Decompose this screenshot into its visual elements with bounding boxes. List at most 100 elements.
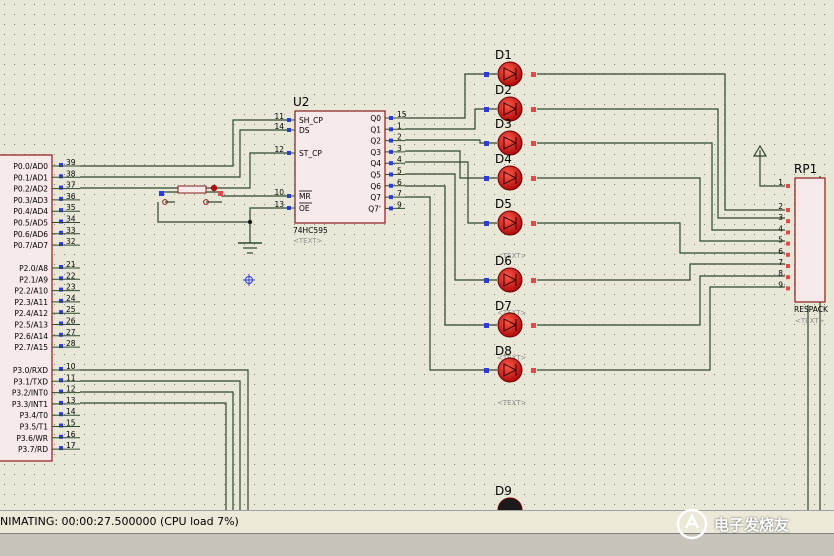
mcu-pin-label: P2.0/A8 [19, 264, 48, 273]
mcu-pin-number: 27 [66, 328, 76, 337]
u2-pin-number: 3 [397, 144, 402, 153]
mcu-pin-number: 14 [66, 407, 76, 416]
mcu-pin-number: 22 [66, 271, 76, 280]
mcu-pin-label: P0.0/AD0 [13, 162, 48, 171]
mcu-pin-number: 28 [66, 339, 76, 348]
u2-pin-label: Q3 [370, 148, 381, 157]
u2-pin-number: 12 [274, 145, 284, 154]
mcu-pin-label: P2.2/A10 [14, 287, 48, 296]
u2-pin-label: OE [299, 204, 310, 213]
mcu-pin-number: 37 [66, 181, 76, 190]
mcu-pin-label: P2.6/A14 [14, 332, 48, 341]
u2-pin-number: 9 [397, 200, 402, 209]
mcu-pin-number: 13 [66, 396, 76, 405]
mcu-pin-number: 33 [66, 226, 76, 235]
mcu-pin-number: 23 [66, 283, 76, 292]
mcu-pin-label: P3.0/RXD [13, 366, 48, 375]
u2-pin-number: 7 [397, 189, 402, 198]
simulation-status-text: NIMATING: 00:00:27.500000 (CPU load 7%) [0, 515, 239, 528]
watermark: 电子发烧友 [676, 506, 816, 550]
u2-pin-number: 1 [397, 121, 402, 130]
mcu-pin-label: P2.5/A13 [14, 321, 48, 330]
u2-pin-number: 2 [397, 133, 402, 142]
mcu-pin-label: P0.3/AD3 [13, 196, 48, 205]
mcu-pin-number: 38 [66, 169, 76, 178]
mcu-pin-label: P0.1/AD1 [13, 173, 48, 182]
u2-pin-number: 4 [397, 155, 402, 164]
rp1-pin-number: 7 [778, 258, 783, 267]
u2-pin-number: 5 [397, 167, 402, 176]
grid-dots [0, 0, 834, 510]
u2-pin-label: Q4 [370, 159, 381, 168]
rp1-pin-number: 9 [778, 280, 783, 289]
led-text-placeholder: <TEXT> [497, 399, 527, 407]
led-ref-label: D7 [495, 299, 512, 313]
u2-pin-number: 13 [274, 200, 284, 209]
mcu-pin-label: P3.2/INT0 [12, 389, 48, 398]
rp1-pin-number: 6 [778, 247, 783, 256]
u2-pin-number: 14 [274, 122, 284, 131]
led-ref-label: D8 [495, 344, 512, 358]
mcu-pin-label: P0.2/AD2 [13, 185, 48, 194]
led-ref-label: D3 [495, 117, 512, 131]
u2-pin-label: MR [299, 192, 311, 201]
led-ref-label: D5 [495, 197, 512, 211]
mcu-pin-number: 10 [66, 362, 76, 371]
mcu-pin-number: 24 [66, 294, 76, 303]
mcu-pin-number: 35 [66, 203, 76, 212]
mcu-pin-label: P3.3/INT1 [12, 400, 48, 409]
elecfans-logo-icon [676, 508, 708, 540]
mcu-pin-label: P2.1/A9 [19, 275, 48, 284]
mcu-pin-label: P2.3/A11 [14, 298, 48, 307]
u2-pin-number: 15 [397, 110, 407, 119]
mcu-pin-label: P0.7/AD7 [13, 241, 48, 250]
mcu-pin-label: P3.6/WR [16, 434, 48, 443]
u2-pin-label: Q5 [370, 171, 381, 180]
u2-pin-label: Q0 [370, 114, 381, 123]
u2-pin-label: ST_CP [299, 149, 322, 158]
rp1-pin-number: 2 [778, 202, 783, 211]
mcu-pin-number: 15 [66, 419, 76, 428]
rp1-ref-label: RP1 [794, 162, 817, 176]
mcu-pin-number: 34 [66, 215, 76, 224]
rp1-pin-number: 8 [778, 269, 783, 278]
u2-pin-label: Q7 [370, 193, 381, 202]
u2-text-placeholder: <TEXT> [293, 237, 323, 245]
led-ref-label: D9 [495, 484, 512, 498]
mcu-pin-number: 26 [66, 317, 76, 326]
led-ref-label: D4 [495, 152, 512, 166]
led-ref-label: D6 [495, 254, 512, 268]
rp1-pin-number: 1 [778, 178, 783, 187]
rp1-part-label: RESPACK [794, 305, 829, 314]
u2-pin-label: Q1 [370, 125, 381, 134]
mcu-pin-label: P2.4/A12 [14, 309, 48, 318]
mcu-pin-label: P3.7/RD [18, 445, 48, 454]
led-ref-label: D2 [495, 83, 512, 97]
mcu-pin-number: 25 [66, 305, 76, 314]
mcu-pin-label: P2.7/A15 [14, 343, 48, 352]
rp1-pin-number: 3 [778, 213, 783, 222]
mcu-pin-number: 17 [66, 441, 76, 450]
u2-pin-label: Q6 [370, 182, 381, 191]
u2-part-label: 74HC595 [293, 226, 328, 235]
mcu-pin-label: P3.1/TXD [14, 377, 49, 386]
schematic-canvas[interactable]: P0.0/AD0 39P0.1/AD1 38P0.2/AD2 37P0.3/AD3 36… [0, 0, 834, 510]
mcu-pin-number: 36 [66, 192, 76, 201]
u2-pin-number: 10 [274, 188, 284, 197]
watermark-text: 电子发烧友 [714, 516, 790, 534]
mcu-pin-label: P3.4/T0 [20, 411, 49, 420]
mcu-pin-label: P0.6/AD6 [13, 230, 48, 239]
u2-pin-label: Q2 [370, 137, 381, 146]
led-ref-label: D1 [495, 48, 512, 62]
rp1-pin-number: 5 [778, 236, 783, 245]
u2-pin-label: Q7' [368, 204, 381, 213]
mcu-chip[interactable]: P0.0/AD0 39 P0.1/AD1 38 P0.2/AD2 37 P0.3/AD3 36… [0, 154, 80, 462]
mcu-pin-number: 16 [66, 430, 76, 439]
mcu-pin-number: 39 [66, 158, 76, 167]
mcu-pin-number: 32 [66, 237, 76, 246]
junction-dot [247, 219, 253, 225]
rp1-pin-number: 4 [778, 224, 783, 233]
u2-pin-number: 6 [397, 178, 402, 187]
mcu-pin-number: 12 [66, 385, 76, 394]
mcu-pin-number: 11 [66, 373, 76, 382]
